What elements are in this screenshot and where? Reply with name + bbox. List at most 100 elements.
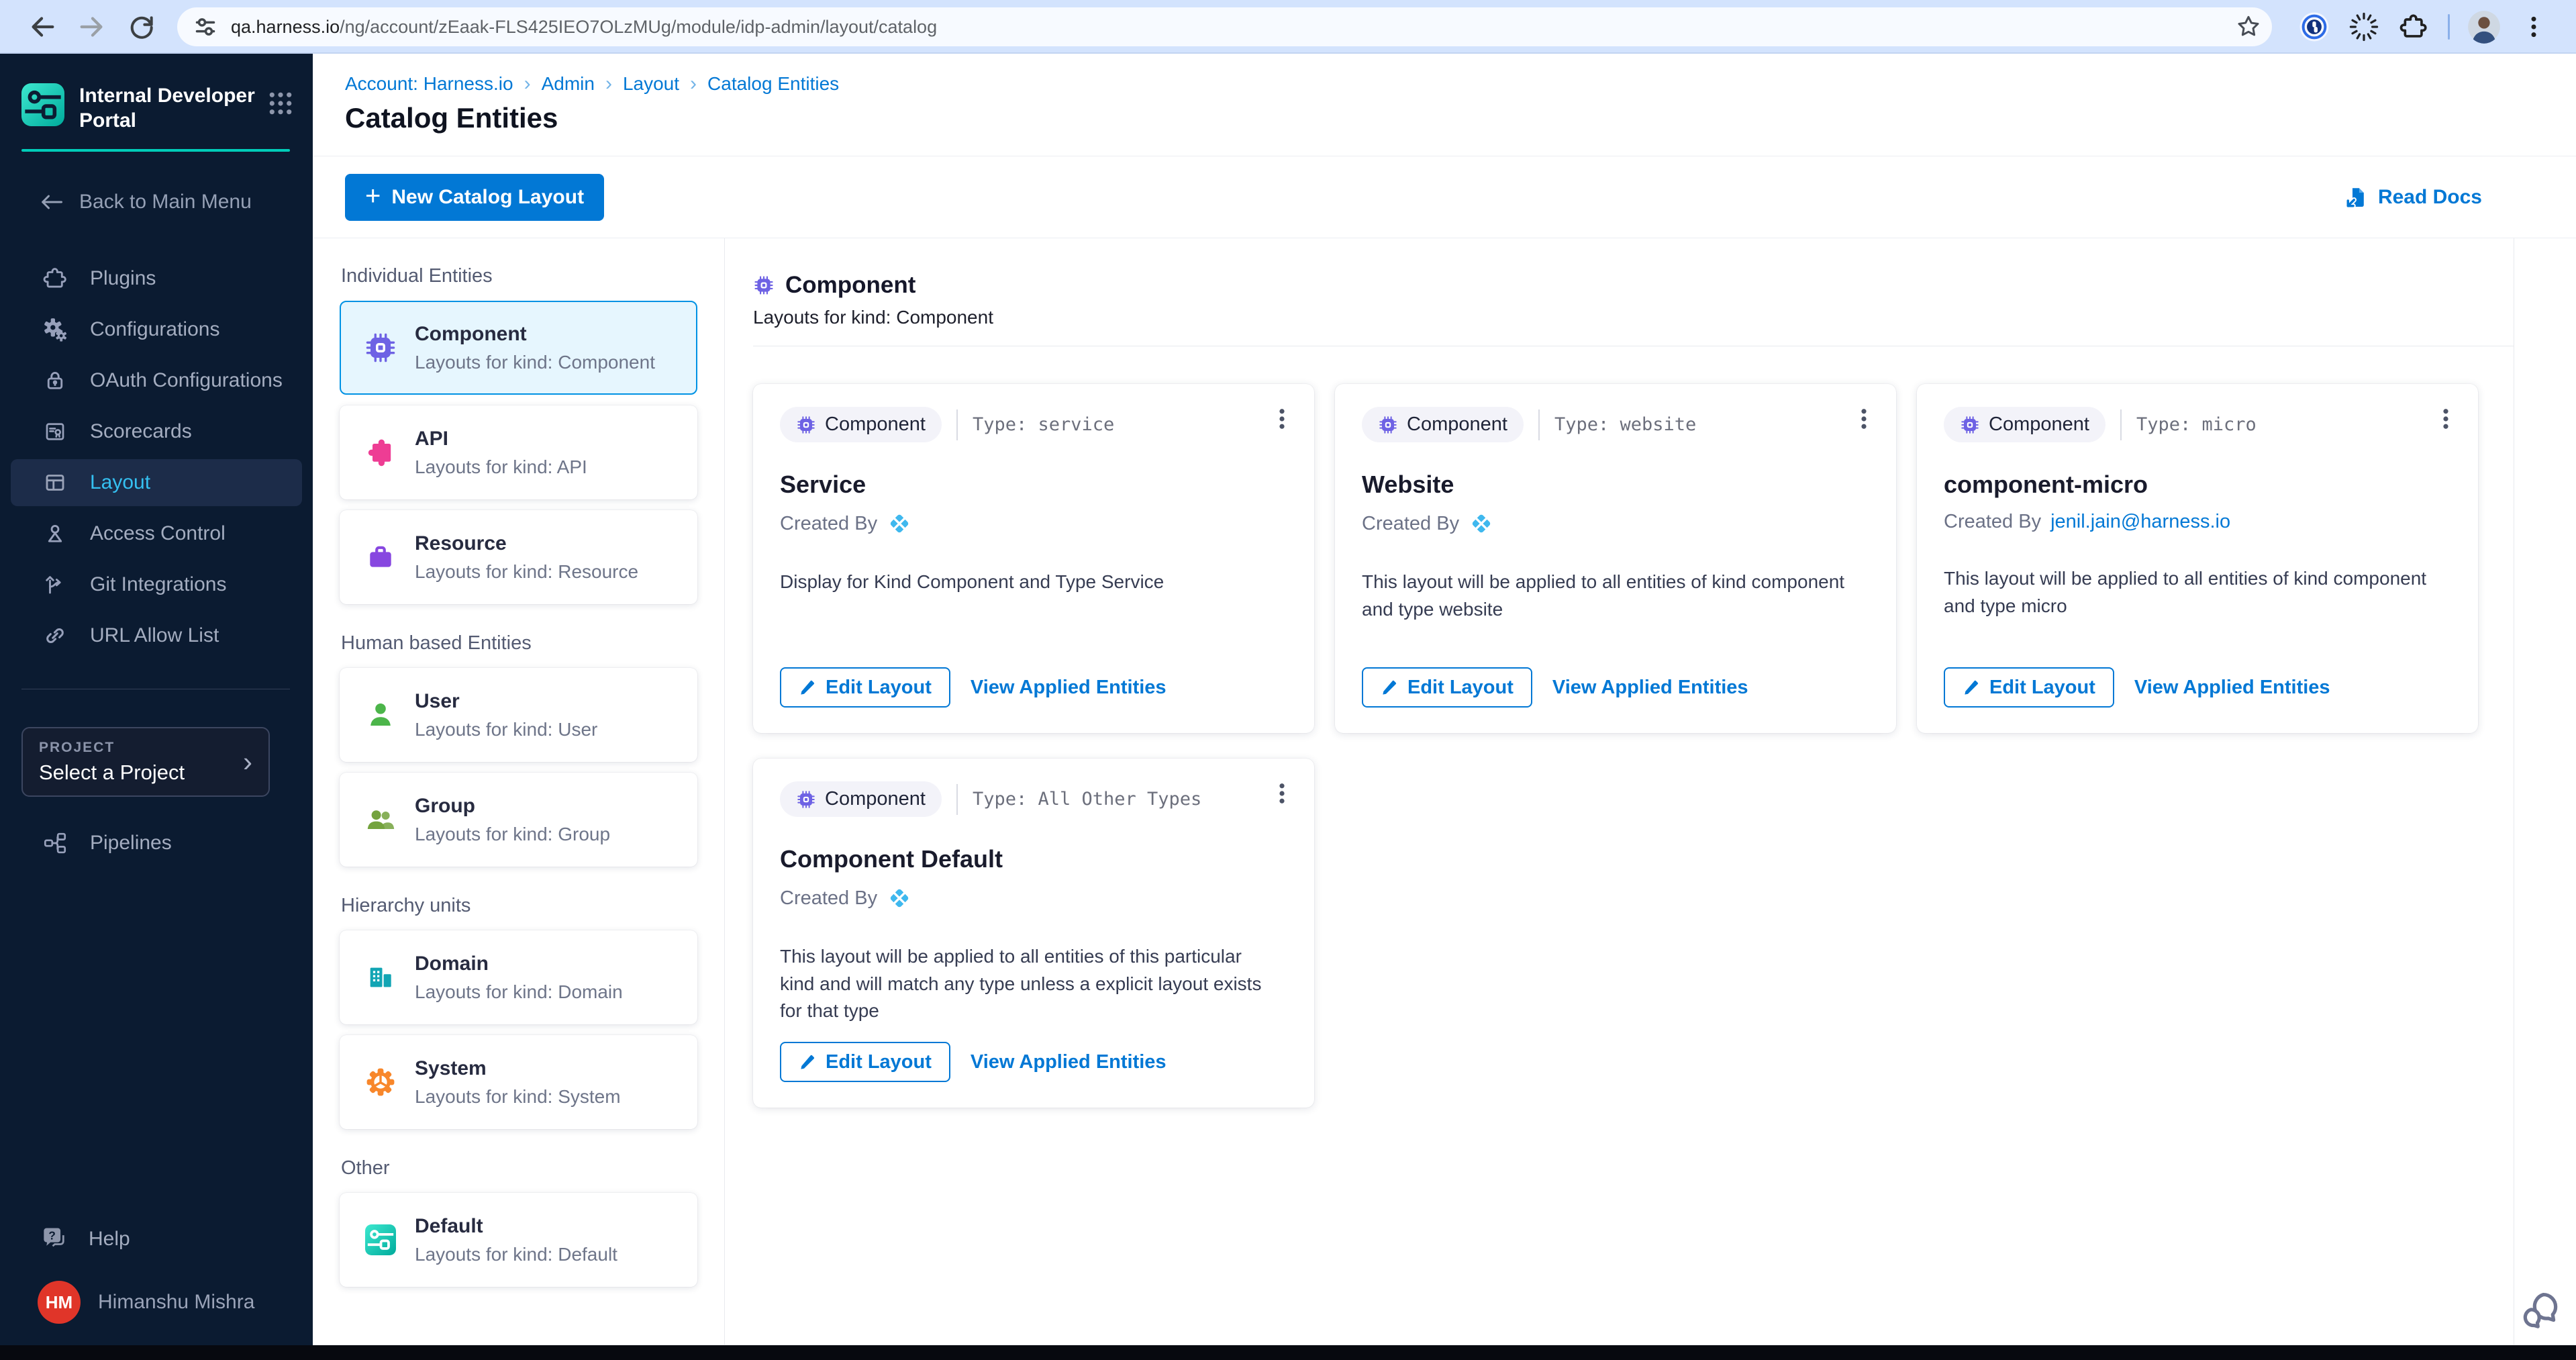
refresh-icon[interactable] xyxy=(123,9,160,45)
sidebar-item-pipelines[interactable]: Pipelines xyxy=(11,820,302,867)
entity-name: API xyxy=(415,428,587,450)
breadcrumb-account[interactable]: Account: Harness.io xyxy=(345,73,513,95)
layout-card-component-micro: Component Type: micro component-micro Cr… xyxy=(1917,384,2478,733)
pencil-icon xyxy=(799,679,817,697)
sidebar-item-oauth-configurations[interactable]: OAuth Configurations xyxy=(11,357,302,404)
card-title: Component Default xyxy=(780,845,1287,873)
entity-item-api[interactable]: API Layouts for kind: API xyxy=(340,405,697,499)
browser-menu-icon[interactable] xyxy=(2516,9,2552,45)
briefcase-icon xyxy=(364,540,397,574)
svg-text:?: ? xyxy=(48,1229,56,1243)
view-applied-entities-link[interactable]: View Applied Entities xyxy=(1552,677,1748,699)
type-label: Type: service xyxy=(973,414,1114,435)
idp-logo-icon xyxy=(364,1223,397,1257)
url-bar[interactable]: qa.harness.io/ng/account/zEaak-FLS425IEO… xyxy=(177,7,2272,46)
project-label: PROJECT xyxy=(39,740,185,756)
forward-icon[interactable] xyxy=(74,9,110,45)
created-by-label: Created By xyxy=(780,513,877,535)
layout-card-website: Component Type: website Website Created … xyxy=(1335,384,1896,733)
back-icon[interactable] xyxy=(24,9,60,45)
card-title: Website xyxy=(1362,471,1869,499)
edit-layout-label: Edit Layout xyxy=(1407,677,1514,699)
kebab-menu-icon[interactable] xyxy=(2431,401,2461,436)
entity-name: Group xyxy=(415,795,610,818)
project-selector[interactable]: PROJECT Select a Project › xyxy=(21,727,270,797)
view-applied-entities-link[interactable]: View Applied Entities xyxy=(2134,677,2330,699)
bookmark-star-icon[interactable] xyxy=(2234,13,2263,41)
back-to-main-menu[interactable]: Back to Main Menu xyxy=(0,191,313,213)
entity-item-system[interactable]: System Layouts for kind: System xyxy=(340,1035,697,1129)
card-description: This layout will be applied to all entit… xyxy=(1362,569,1852,623)
breadcrumb-layout[interactable]: Layout xyxy=(623,73,679,95)
layout-icon xyxy=(42,469,68,496)
card-title: component-micro xyxy=(1944,471,2451,499)
view-applied-entities-link[interactable]: View Applied Entities xyxy=(971,677,1167,699)
module-grid-icon[interactable] xyxy=(268,91,293,115)
sidebar-item-url-allow-list[interactable]: URL Allow List xyxy=(11,612,302,659)
bottom-strip xyxy=(0,1345,2576,1360)
kind-badge-label: Component xyxy=(1989,414,2089,436)
sidebar-item-git-integrations[interactable]: Git Integrations xyxy=(11,561,302,608)
entity-name: Default xyxy=(415,1215,617,1238)
breadcrumb: Account: Harness.io › Admin › Layout › C… xyxy=(345,72,2576,95)
url-text: qa.harness.io/ng/account/zEaak-FLS425IEO… xyxy=(231,17,2234,38)
help-chat-icon: ? xyxy=(39,1224,68,1254)
chip-icon xyxy=(364,331,397,365)
view-applied-entities-link[interactable]: View Applied Entities xyxy=(971,1051,1167,1073)
user-menu[interactable]: HM Himanshu Mishra xyxy=(0,1281,313,1324)
help-button[interactable]: ? Help xyxy=(0,1224,313,1254)
sidebar-item-label: Layout xyxy=(90,471,150,494)
chat-widget-icon[interactable] xyxy=(2516,1285,2564,1333)
created-by-label: Created By xyxy=(1362,513,1459,535)
creator-link[interactable]: jenil.jain@harness.io xyxy=(2050,511,2230,533)
pencil-icon xyxy=(1963,679,1981,697)
kind-badge: Component xyxy=(1362,407,1524,442)
entity-item-resource[interactable]: Resource Layouts for kind: Resource xyxy=(340,510,697,604)
entity-desc: Layouts for kind: Component xyxy=(415,352,655,373)
kebab-menu-icon[interactable] xyxy=(1267,401,1297,436)
edit-layout-label: Edit Layout xyxy=(826,1051,932,1073)
entity-name: Component xyxy=(415,323,655,346)
breadcrumb-catalog-entities[interactable]: Catalog Entities xyxy=(707,73,839,95)
sidebar-item-plugins[interactable]: Plugins xyxy=(11,255,302,302)
entity-item-user[interactable]: User Layouts for kind: User xyxy=(340,668,697,762)
group-label-other: Other xyxy=(341,1157,697,1179)
card-description: Display for Kind Component and Type Serv… xyxy=(780,569,1270,596)
entity-item-group[interactable]: Group Layouts for kind: Group xyxy=(340,773,697,867)
entity-item-component[interactable]: Component Layouts for kind: Component xyxy=(340,301,697,395)
page-title: Catalog Entities xyxy=(345,102,2576,134)
sidebar-item-scorecards[interactable]: Scorecards xyxy=(11,408,302,455)
extension-burst-icon[interactable] xyxy=(2346,9,2382,45)
badge-divider xyxy=(2120,409,2122,440)
building-icon xyxy=(364,961,397,994)
entity-item-default[interactable]: Default Layouts for kind: Default xyxy=(340,1193,697,1287)
profile-avatar[interactable] xyxy=(2466,9,2502,45)
breadcrumb-admin[interactable]: Admin xyxy=(542,73,595,95)
sidebar-item-configurations[interactable]: Configurations xyxy=(11,306,302,353)
pencil-icon xyxy=(1381,679,1399,697)
entity-item-domain[interactable]: Domain Layouts for kind: Domain xyxy=(340,930,697,1024)
edit-layout-button[interactable]: Edit Layout xyxy=(1944,667,2114,708)
extensions-puzzle-icon[interactable] xyxy=(2395,9,2432,45)
kind-badge: Component xyxy=(1944,407,2106,442)
sidebar-item-label: Access Control xyxy=(90,522,226,545)
new-catalog-layout-button[interactable]: + New Catalog Layout xyxy=(345,174,604,221)
kebab-menu-icon[interactable] xyxy=(1267,776,1297,811)
read-docs-link[interactable]: Read Docs xyxy=(2344,185,2482,209)
onepassword-icon[interactable] xyxy=(2296,9,2332,45)
sidebar: Internal Developer Portal Back to Main M… xyxy=(0,54,313,1345)
site-settings-icon[interactable] xyxy=(192,13,219,40)
content: Individual Entities Component Layouts fo… xyxy=(313,238,2576,1345)
sidebar-item-access-control[interactable]: Access Control xyxy=(11,510,302,557)
edit-layout-button[interactable]: Edit Layout xyxy=(780,667,950,708)
kind-badge: Component xyxy=(780,781,942,817)
edit-layout-button[interactable]: Edit Layout xyxy=(780,1042,950,1082)
edit-layout-button[interactable]: Edit Layout xyxy=(1362,667,1532,708)
harness-logo-icon xyxy=(887,511,912,536)
sidebar-item-layout[interactable]: Layout xyxy=(11,459,302,506)
badge-divider xyxy=(1538,409,1540,440)
kebab-menu-icon[interactable] xyxy=(1849,401,1879,436)
accent-rule xyxy=(21,149,290,152)
chrome-divider xyxy=(2448,14,2450,40)
card-title: Service xyxy=(780,471,1287,499)
